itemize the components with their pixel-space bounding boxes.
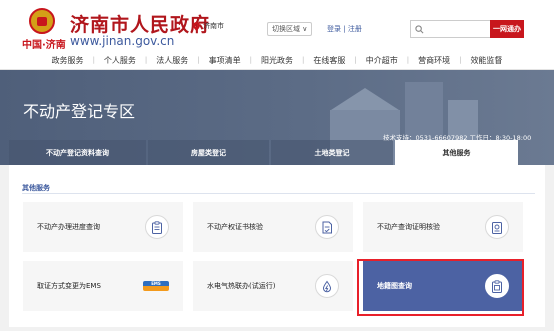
ems-logo-stripe	[143, 286, 169, 291]
site-subtitle: 中国·济南	[22, 40, 66, 51]
nav-item-performance-supervision[interactable]: 效能监督	[461, 55, 511, 66]
tab-housing-registration[interactable]: 房屋类登记	[148, 140, 269, 165]
card-label: 不动产办理进度查询	[37, 223, 100, 231]
banner-roof-graphic	[331, 88, 399, 110]
page-title: 不动产登记专区	[23, 102, 136, 121]
card-label: 取证方式变更为EMS	[37, 282, 101, 290]
search-box	[410, 20, 490, 42]
location[interactable]: 济南市	[193, 21, 224, 31]
nav-item-agency-market[interactable]: 中介超市	[357, 55, 407, 66]
login-link[interactable]: 登录	[327, 25, 341, 33]
section-title: 其他服务	[22, 184, 50, 192]
service-card-certificate-verification[interactable]: 不动产权证书核验	[193, 202, 353, 252]
service-card-utilities[interactable]: 水电气热联办(试运行)	[193, 261, 353, 311]
header: 济南市人民政府 中国·济南 www.jinan.gov.cn 济南市 切换区域 …	[0, 0, 554, 70]
register-link[interactable]: 注册	[348, 25, 362, 33]
ems-logo: EMS	[143, 281, 169, 291]
site-title[interactable]: 济南市人民政府	[70, 10, 210, 37]
utilities-icon	[315, 274, 339, 298]
card-label: 不动产查询证明核验	[377, 223, 440, 231]
onego-button[interactable]: 一网通办	[490, 20, 524, 38]
service-card-query-proof-verification[interactable]: 不动产查询证明核验	[363, 202, 523, 252]
clipboard-icon	[145, 215, 169, 239]
nav-item-open-government[interactable]: 阳光政务	[252, 55, 302, 66]
main-nav: 政务服务 | 个人服务 | 法人服务 | 事项清单 | 阳光政务 | 在线客服 …	[0, 53, 554, 67]
certificate-icon	[485, 215, 509, 239]
auth-links: 登录 | 注册	[327, 24, 362, 34]
card-label: 不动产权证书核验	[207, 223, 263, 231]
site-url[interactable]: www.jinan.gov.cn	[70, 34, 174, 48]
nav-item-item-list[interactable]: 事项清单	[200, 55, 250, 66]
nav-item-business-environment[interactable]: 营商环境	[409, 55, 459, 66]
nav-item-personal-services[interactable]: 个人服务	[95, 55, 145, 66]
nav-item-online-support[interactable]: 在线客服	[304, 55, 354, 66]
location-label: 济南市	[203, 22, 224, 30]
auth-separator: |	[343, 25, 346, 33]
document-icon	[315, 215, 339, 239]
tab-bar: 不动产登记资料查询 房屋类登记 土地类登记 其他服务	[0, 140, 554, 165]
location-pin-icon	[193, 21, 200, 31]
service-card-progress-query[interactable]: 不动产办理进度查询	[23, 202, 183, 252]
card-label: 水电气热联办(试运行)	[207, 282, 276, 290]
section-divider	[22, 193, 535, 194]
emblem-logo	[29, 8, 55, 34]
search-icon[interactable]	[415, 25, 424, 34]
nav-item-government-services[interactable]: 政务服务	[43, 55, 93, 66]
tab-other-services[interactable]: 其他服务	[395, 140, 518, 165]
nav-item-corporate-services[interactable]: 法人服务	[147, 55, 197, 66]
selection-highlight-box	[357, 259, 524, 316]
service-card-ems-delivery[interactable]: 取证方式变更为EMS EMS	[23, 261, 183, 311]
tab-records-query[interactable]: 不动产登记资料查询	[9, 140, 146, 165]
tab-land-registration[interactable]: 土地类登记	[271, 140, 393, 165]
switch-region-button[interactable]: 切换区域 ∨	[267, 22, 313, 36]
